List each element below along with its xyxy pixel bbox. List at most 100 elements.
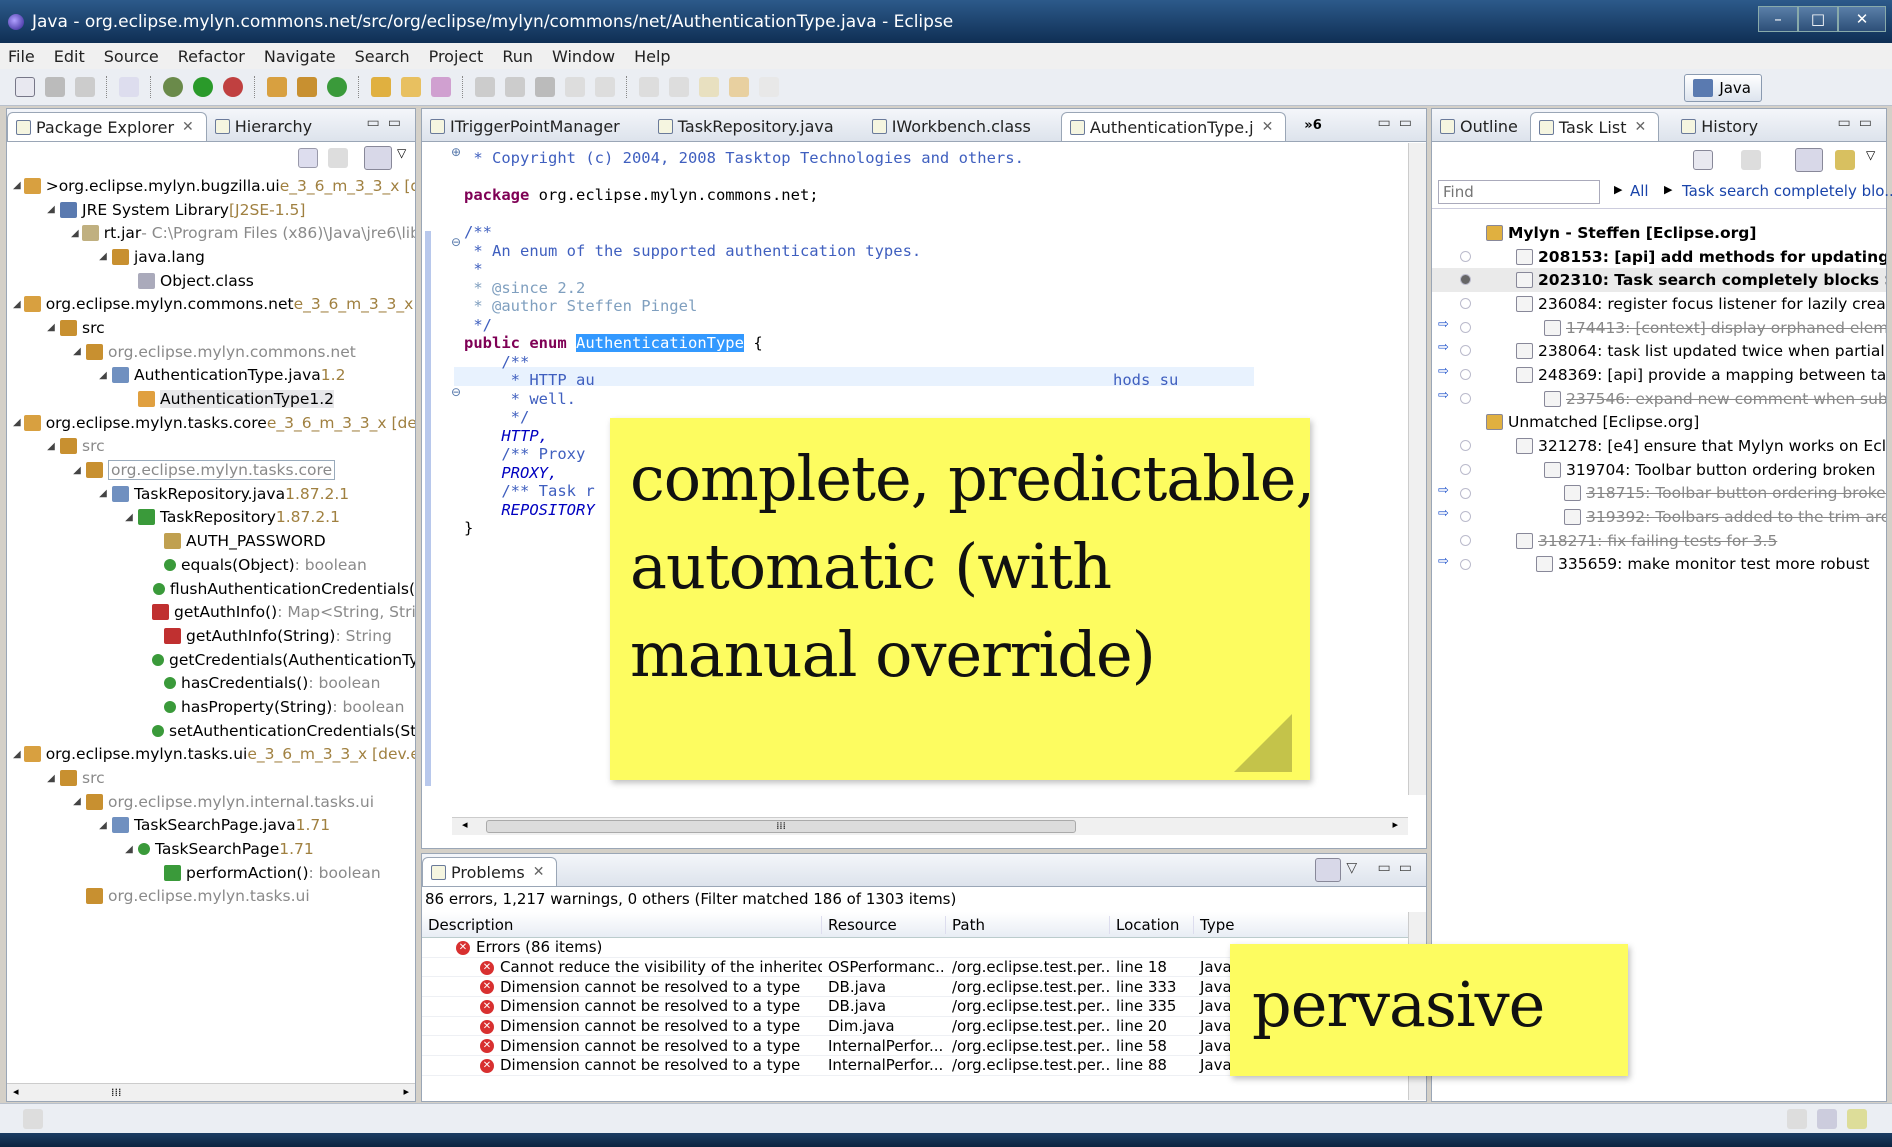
minimize-button[interactable]: – (1758, 6, 1798, 32)
task-item[interactable]: 236084: register focus listener for lazi… (1432, 292, 1886, 316)
expand-arrow-icon[interactable]: ◢ (13, 299, 21, 310)
tab-package-explorer[interactable]: Package Explorer ✕ (7, 112, 207, 141)
task-item[interactable]: ⇨ 174413: [context] display orphaned elem… (1432, 316, 1886, 340)
binary-icon[interactable] (119, 77, 139, 97)
tree-item[interactable]: ◢ src (7, 316, 415, 340)
previous-annotation-icon[interactable] (669, 77, 689, 97)
menu-source[interactable]: Source (104, 47, 159, 66)
column-header-description[interactable]: Description (422, 915, 822, 934)
task-item[interactable]: ⇨ 319392: Toolbars added to the trim are … (1432, 505, 1886, 529)
expand-arrow-icon[interactable]: ◢ (71, 465, 83, 476)
debug-icon[interactable] (163, 77, 183, 97)
tab-outline[interactable]: Outline (1432, 112, 1530, 141)
task-item[interactable]: ⇨ 238064: task list updated twice when pa… (1432, 339, 1886, 363)
expand-arrow-icon[interactable]: ◢ (13, 180, 21, 191)
task-status-icon[interactable] (1460, 558, 1471, 570)
expand-arrow-icon[interactable]: ◢ (123, 512, 135, 523)
close-icon[interactable]: ✕ (182, 119, 194, 135)
tree-item[interactable]: ◢ rt.jar - C:\Program Files (x86)\Java\jr… (7, 221, 415, 245)
external-tools-icon[interactable] (223, 77, 243, 97)
collapse-all-icon[interactable] (298, 148, 318, 168)
focus-active-task-icon[interactable] (364, 146, 392, 170)
task-item[interactable]: 318271: fix failing tests for 3.5 (1432, 529, 1886, 553)
task-status-icon[interactable] (1460, 321, 1471, 333)
task-status-icon[interactable] (1460, 463, 1471, 475)
menu-edit[interactable]: Edit (54, 47, 85, 66)
new-class-icon[interactable] (327, 77, 347, 97)
menu-window[interactable]: Window (552, 47, 615, 66)
view-menu-icon[interactable]: ▽ (397, 146, 406, 160)
tree-item[interactable]: ◢ src (7, 766, 415, 790)
task-status-icon[interactable] (1460, 392, 1471, 404)
tree-item[interactable]: ◢ TaskRepository.java 1.87.2.1 (7, 482, 415, 506)
tree-item[interactable]: Object.class (7, 269, 415, 293)
menu-run[interactable]: Run (502, 47, 533, 66)
column-header-type[interactable]: Type (1194, 916, 1314, 934)
task-item[interactable]: ⇨ 237546: expand new comment when submitt… (1432, 387, 1886, 411)
tree-item[interactable]: hasProperty(String) : boolean (7, 695, 415, 719)
save-icon[interactable] (45, 77, 65, 97)
new-icon[interactable] (15, 77, 35, 97)
task-presentation-icon[interactable] (1741, 150, 1761, 170)
tab-problems[interactable]: Problems ✕ (422, 857, 558, 886)
maximize-button[interactable]: □ (1798, 6, 1838, 32)
status-icon[interactable] (1817, 1109, 1837, 1129)
tree-item[interactable]: ◢ TaskSearchPage 1.71 (7, 837, 415, 861)
run-icon[interactable] (193, 77, 213, 97)
horizontal-scrollbar[interactable]: ◂ ⁞⁞⁞ ▸ (7, 1083, 415, 1101)
people-icon[interactable] (535, 77, 555, 97)
expand-arrow-icon[interactable]: ◢ (97, 820, 109, 831)
expand-arrow-icon[interactable]: ◢ (123, 844, 135, 855)
task-status-icon[interactable] (1460, 250, 1471, 262)
tree-item[interactable]: ◢ TaskRepository 1.87.2.1 (7, 506, 415, 530)
fold-collapse-icon[interactable]: ⊖ (451, 385, 461, 399)
link-editor-icon[interactable] (328, 148, 348, 168)
paragraph-icon[interactable] (595, 77, 615, 97)
task-status-icon[interactable] (1460, 511, 1471, 523)
tree-item[interactable]: ◢ org.eclipse.mylyn.commons.net e_3_6_m_3… (7, 292, 415, 316)
task-item[interactable]: 208153: [api] add methods for updating r… (1432, 245, 1886, 269)
editor-horizontal-scrollbar[interactable]: ◂ ⁞⁞⁞ ▸ (452, 817, 1408, 835)
last-edit-icon[interactable] (699, 77, 719, 97)
find-input[interactable] (1438, 180, 1600, 204)
tree-item[interactable]: ◢ JRE System Library [J2SE-1.5] (7, 198, 415, 222)
focus-active-task-icon[interactable] (1315, 858, 1341, 882)
menu-project[interactable]: Project (429, 47, 484, 66)
menu-help[interactable]: Help (634, 47, 670, 66)
expand-arrow-icon[interactable]: ◢ (71, 228, 79, 239)
problems-minimize-maximize[interactable]: ▽ ▭▭ (1346, 860, 1420, 876)
print-icon[interactable] (75, 77, 95, 97)
task-status-icon[interactable] (1460, 440, 1471, 452)
expand-arrow-icon[interactable]: ◢ (97, 370, 109, 381)
tree-item[interactable]: getAuthInfo(String) : String (7, 624, 415, 648)
task-status-icon[interactable] (1460, 345, 1471, 357)
focus-active-task-icon[interactable] (1795, 148, 1823, 172)
expand-arrow-icon[interactable]: ◢ (71, 346, 83, 357)
tree-item[interactable]: getCredentials(AuthenticationTy (7, 648, 415, 672)
expand-arrow-icon[interactable]: ◢ (97, 251, 109, 262)
close-icon[interactable]: ✕ (533, 864, 545, 880)
editor-minimize-maximize[interactable]: ▭▭ (1378, 115, 1420, 131)
task-item[interactable]: Mylyn - Steffen [Eclipse.org] (1432, 221, 1886, 245)
column-header-path[interactable]: Path (946, 915, 1110, 934)
close-button[interactable]: ✕ (1838, 6, 1886, 32)
expand-arrow-icon[interactable]: ◢ (97, 488, 109, 499)
expand-arrow-icon[interactable]: ◢ (13, 417, 21, 428)
new-task-icon[interactable] (1693, 150, 1713, 170)
active-task-link[interactable]: Task search completely blo... (1682, 182, 1892, 200)
task-status-icon[interactable] (1460, 274, 1471, 286)
expand-arrow-icon[interactable]: ◢ (71, 796, 83, 807)
tree-item[interactable]: AUTH_PASSWORD (7, 529, 415, 553)
close-icon[interactable]: ✕ (1634, 119, 1646, 135)
tab-hierarchy[interactable]: Hierarchy (207, 112, 324, 141)
tree-item[interactable]: getAuthInfo() : Map<String, Strin (7, 600, 415, 624)
tab-iworkbench-class[interactable]: IWorkbench.class (864, 112, 1043, 141)
forward-icon[interactable] (759, 77, 779, 97)
tab-authenticationtype-java[interactable]: AuthenticationType.j ✕ (1060, 112, 1287, 141)
tree-item[interactable]: hasCredentials() : boolean (7, 671, 415, 695)
tree-item[interactable]: setAuthenticationCredentials(Str (7, 719, 415, 743)
task-item[interactable]: 202310: Task search completely blocks Se… (1432, 268, 1886, 293)
menu-refactor[interactable]: Refactor (178, 47, 245, 66)
tree-item[interactable]: ◢ >org.eclipse.mylyn.bugzilla.ui e_3_6_m_… (7, 174, 415, 198)
block-icon[interactable] (565, 77, 585, 97)
